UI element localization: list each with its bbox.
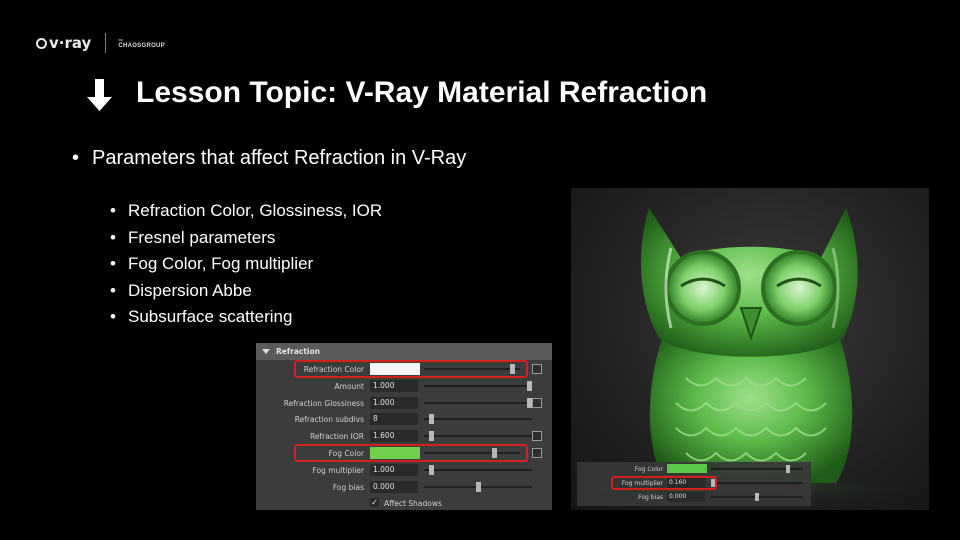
logo: v·ray by CHAOSGROUP [36, 33, 165, 53]
attribute-row: Fog bias 0.000 [256, 479, 552, 496]
attribute-value-field[interactable]: 1.000 [370, 463, 418, 476]
attribute-value-field[interactable]: 1.600 [370, 430, 418, 443]
attribute-label: Refraction IOR [309, 432, 364, 442]
page-title: Lesson Topic: V-Ray Material Refraction [136, 76, 708, 109]
slider-handle[interactable] [429, 464, 434, 475]
attribute-value-field[interactable]: 1.000 [370, 379, 418, 392]
attribute-label: Amount [334, 381, 364, 391]
texture-map-button[interactable] [532, 431, 542, 442]
red-highlight-box [294, 360, 528, 378]
inset-attribute-row: Fog bias 0.000 [577, 490, 811, 504]
inset-value-field[interactable]: 0.000 [667, 492, 705, 502]
attribute-slider[interactable] [424, 464, 532, 475]
attribute-slider[interactable] [424, 397, 532, 408]
inset-slider-handle[interactable] [786, 465, 790, 473]
vray-logo: v·ray [36, 34, 91, 52]
attribute-row: Fog Color [256, 444, 552, 462]
inset-attribute-row: Fog Color [577, 462, 811, 476]
logo-by-text: by [118, 37, 124, 42]
sub-bullet: Fresnel parameters [110, 227, 382, 254]
attribute-value-field[interactable]: 1.000 [370, 396, 418, 409]
attribute-label: Refraction Glossiness [283, 398, 364, 408]
panel-header[interactable]: Refraction [256, 343, 552, 360]
slider-handle[interactable] [429, 414, 434, 425]
attribute-value-field[interactable]: 8 [370, 413, 418, 426]
sub-bullet: Subsurface scattering [110, 306, 382, 333]
slider-handle[interactable] [429, 431, 434, 442]
affect-shadows-row: ✓ Affect Shadows [256, 495, 552, 512]
attribute-row: Fog multiplier 1.000 [256, 462, 552, 479]
texture-map-button[interactable] [532, 364, 542, 374]
attribute-slider[interactable] [424, 380, 532, 391]
sub-bullet: Dispersion Abbe [110, 280, 382, 307]
panel-header-label: Refraction [276, 347, 320, 356]
inset-attribute-label: Fog Color [634, 466, 663, 473]
attribute-value-field[interactable]: 0.000 [370, 480, 418, 493]
affect-shadows-checkbox[interactable]: ✓ [370, 498, 379, 508]
logo-divider [105, 33, 107, 53]
inset-slider[interactable] [711, 465, 803, 473]
attribute-label: Fog bias [332, 482, 364, 492]
inset-slider[interactable] [711, 479, 803, 487]
attribute-slider[interactable] [424, 414, 532, 425]
collapse-triangle-icon[interactable] [262, 349, 270, 354]
main-bullet: • Parameters that affect Refraction in V… [72, 145, 492, 171]
chaosgroup-wordmark: CHAOSGROUP [118, 43, 165, 49]
texture-map-button[interactable] [532, 448, 542, 458]
render-fog-settings-inset: Fog Color Fog multiplier 0.160 Fog bias 0.00… [577, 462, 811, 506]
texture-map-button[interactable] [532, 397, 542, 408]
vray-ring-icon [36, 37, 47, 49]
slider-handle[interactable] [476, 481, 481, 492]
attribute-row: Refraction Glossiness 1.000 [256, 395, 552, 412]
attribute-row: Refraction IOR 1.600 [256, 428, 552, 445]
sub-bullet: Refraction Color, Glossiness, IOR [110, 200, 382, 227]
chaosgroup-logo: by CHAOSGROUP [118, 36, 165, 50]
attribute-label: Refraction subdivs [294, 415, 364, 425]
attribute-slider[interactable] [424, 481, 532, 492]
inset-attribute-row: Fog multiplier 0.160 [577, 476, 811, 490]
red-highlight-box [294, 444, 528, 462]
down-arrow-icon [87, 79, 112, 111]
bullet-dot: • [72, 147, 80, 169]
sub-bullet: Fog Color, Fog multiplier [110, 253, 382, 280]
inset-color-swatch[interactable] [667, 464, 707, 473]
attribute-row: Amount 1.000 [256, 378, 552, 395]
sub-bullet-list: Refraction Color, Glossiness, IOR Fresne… [110, 200, 382, 333]
red-highlight-box [611, 476, 717, 490]
vray-wordmark: v·ray [49, 34, 92, 52]
slider-handle[interactable] [527, 380, 532, 391]
attribute-slider[interactable] [424, 431, 532, 442]
attribute-row: Refraction subdivs 8 [256, 411, 552, 428]
attribute-label: Fog multiplier [312, 465, 364, 475]
attribute-row: Refraction Color [256, 360, 552, 378]
inset-slider-handle[interactable] [755, 493, 759, 501]
refraction-attribute-panel: Refraction Refraction Color Amount 1.000 Re… [256, 343, 552, 510]
affect-shadows-label: Affect Shadows [384, 499, 442, 509]
inset-slider[interactable] [711, 493, 803, 501]
inset-attribute-label: Fog bias [638, 494, 663, 501]
main-bullet-text: Parameters that affect Refraction in V-R… [92, 147, 467, 169]
